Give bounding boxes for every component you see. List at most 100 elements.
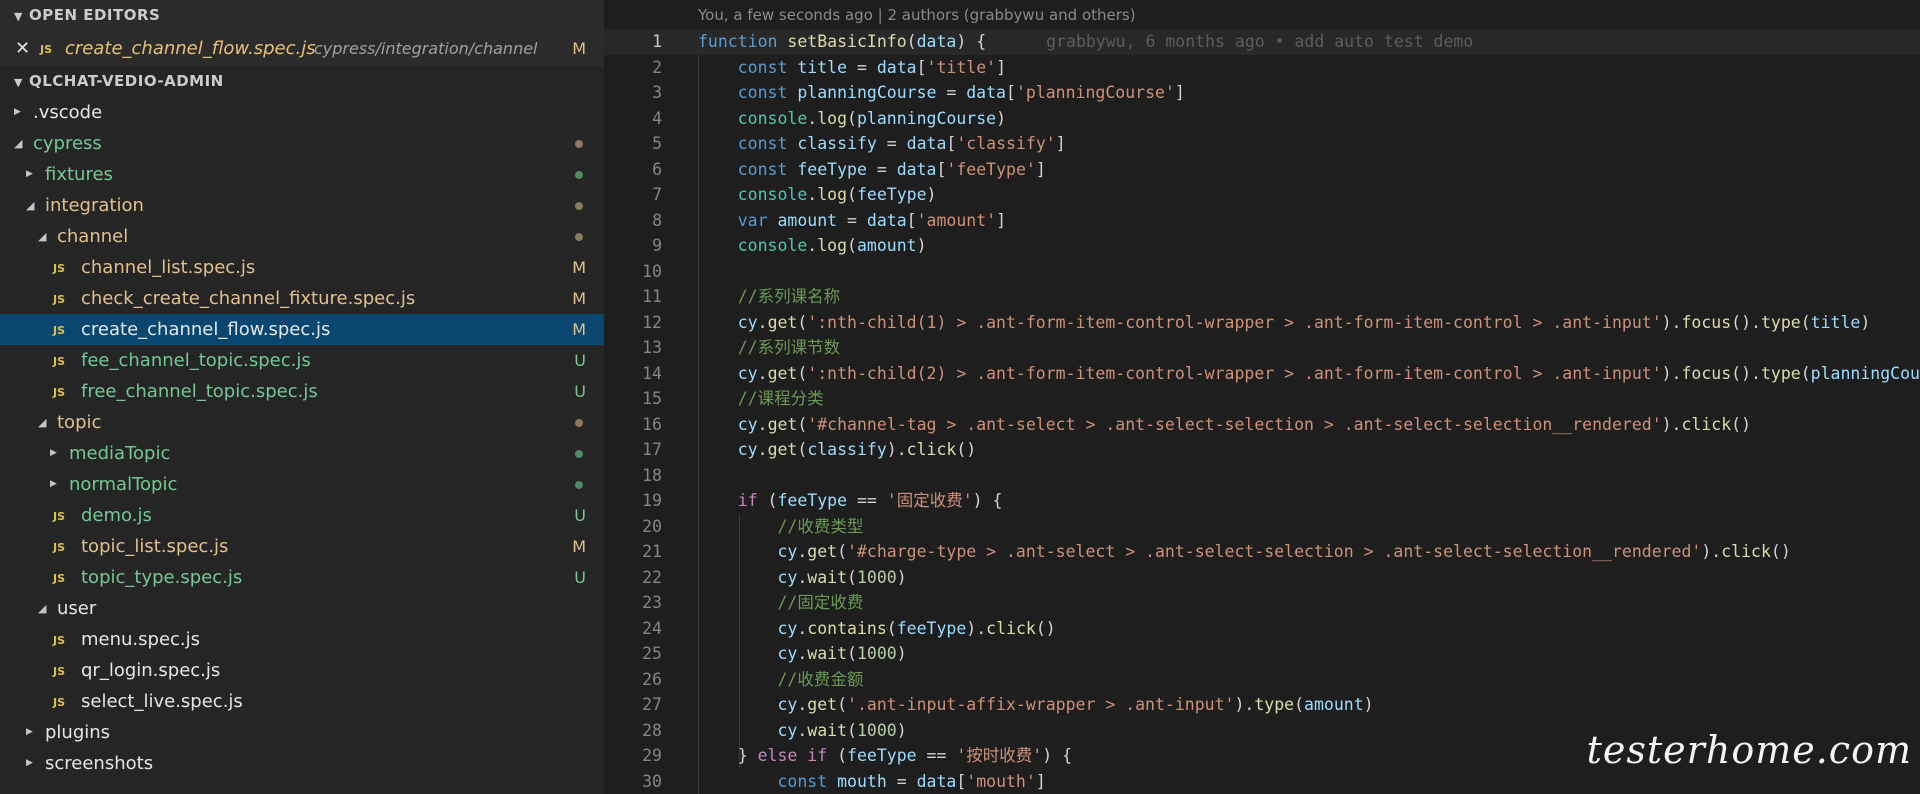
code-line[interactable]: 23 //固定收费: [604, 590, 1920, 616]
code-line[interactable]: 14 cy.get(':nth-child(2) > .ant-form-ite…: [604, 361, 1920, 387]
code-line[interactable]: 5 const classify = data['classify']: [604, 131, 1920, 157]
code-line[interactable]: 15 //课程分类: [604, 386, 1920, 412]
chevron-right-icon[interactable]: ▶: [26, 748, 33, 779]
chevron-down-icon[interactable]: ◢: [38, 593, 46, 624]
code-text[interactable]: cy.get('#charge-type > .ant-select > .an…: [698, 539, 1790, 565]
tree-folder-normaltopic[interactable]: ▶ normalTopic: [0, 469, 604, 500]
tree-folder-mediatopic[interactable]: ▶ mediaTopic: [0, 438, 604, 469]
tree-folder-fixtures[interactable]: ▶ fixtures: [0, 159, 604, 190]
tree-file[interactable]: JS demo.js U: [0, 500, 604, 531]
code-text[interactable]: cy.get(classify).click(): [698, 437, 976, 463]
open-editors-header[interactable]: ▼ OPEN EDITORS: [0, 0, 604, 31]
code-text[interactable]: function setBasicInfo(data) {grabbywu, 6…: [698, 29, 1473, 55]
code-text[interactable]: //收费金额: [698, 667, 863, 693]
tree-file[interactable]: JS qr_login.spec.js: [0, 655, 604, 686]
code-line[interactable]: 25 cy.wait(1000): [604, 641, 1920, 667]
git-status-badge: M: [572, 39, 586, 58]
code-text[interactable]: //系列课名称: [698, 284, 840, 310]
code-line[interactable]: 27 cy.get('.ant-input-affix-wrapper > .a…: [604, 692, 1920, 718]
tree-file[interactable]: JS create_channel_flow.spec.js M: [0, 314, 604, 345]
code-line[interactable]: 13 //系列课节数: [604, 335, 1920, 361]
tree-item-label: cypress: [33, 133, 102, 154]
code-line[interactable]: 12 cy.get(':nth-child(1) > .ant-form-ite…: [604, 310, 1920, 336]
code-text[interactable]: //固定收费: [698, 590, 863, 616]
close-icon[interactable]: ✕: [15, 31, 30, 66]
code-text[interactable]: //系列课节数: [698, 335, 840, 361]
code-line[interactable]: 2 const title = data['title']: [604, 55, 1920, 81]
tree-folder-channel[interactable]: ◢ channel: [0, 221, 604, 252]
tree-file[interactable]: JS free_channel_topic.spec.js U: [0, 376, 604, 407]
code-line[interactable]: 19 if (feeType == '固定收费') {: [604, 488, 1920, 514]
code-text[interactable]: cy.wait(1000): [698, 641, 906, 667]
code-text[interactable]: const feeType = data['feeType']: [698, 157, 1046, 183]
tree-file[interactable]: JS fee_channel_topic.spec.js U: [0, 345, 604, 376]
code-line[interactable]: 10: [604, 259, 1920, 285]
tree-folder-cypress[interactable]: ◢ cypress: [0, 128, 604, 159]
tree-file[interactable]: JS channel_list.spec.js M: [0, 252, 604, 283]
code-line[interactable]: 4 console.log(planningCourse): [604, 106, 1920, 132]
code-text[interactable]: cy.wait(1000): [698, 565, 906, 591]
tree-folder-vscode[interactable]: ▶ .vscode: [0, 97, 604, 128]
code-text[interactable]: //收费类型: [698, 514, 863, 540]
tree-file[interactable]: JS select_live.spec.js: [0, 686, 604, 717]
tree-folder-plugins[interactable]: ▶ plugins: [0, 717, 604, 748]
tree-file[interactable]: JS check_create_channel_fixture.spec.js M: [0, 283, 604, 314]
tree-file[interactable]: JS topic_list.spec.js M: [0, 531, 604, 562]
tree-folder-integration[interactable]: ◢ integration: [0, 190, 604, 221]
chevron-right-icon[interactable]: ▶: [26, 159, 33, 190]
code-text[interactable]: cy.get(':nth-child(1) > .ant-form-item-c…: [698, 310, 1871, 336]
modified-dot-icon: [575, 419, 583, 427]
code-text[interactable]: const title = data['title']: [698, 55, 1006, 81]
open-editor-item[interactable]: ✕ JS create_channel_flow.spec.js cypress/in…: [0, 31, 604, 66]
chevron-down-icon[interactable]: ◢: [26, 190, 34, 221]
code-text[interactable]: const planningCourse = data['planningCou…: [698, 80, 1185, 106]
code-line[interactable]: 11 //系列课名称: [604, 284, 1920, 310]
tree-folder-screenshots[interactable]: ▶ screenshots: [0, 748, 604, 779]
code-text[interactable]: const mouth = data['mouth']: [698, 769, 1045, 794]
project-header[interactable]: ▼ QLCHAT-VEDIO-ADMIN: [0, 66, 604, 97]
git-status-badge: U: [574, 351, 586, 370]
code-line[interactable]: 7 console.log(feeType): [604, 182, 1920, 208]
code-line[interactable]: 17 cy.get(classify).click(): [604, 437, 1920, 463]
code-text[interactable]: console.log(feeType): [698, 182, 937, 208]
code-line[interactable]: 9 console.log(amount): [604, 233, 1920, 259]
code-line[interactable]: 22 cy.wait(1000): [604, 565, 1920, 591]
chevron-down-icon[interactable]: ◢: [14, 128, 22, 159]
code-text[interactable]: //课程分类: [698, 386, 824, 412]
code-line[interactable]: 26 //收费金额: [604, 667, 1920, 693]
code-text[interactable]: console.log(amount): [698, 233, 927, 259]
code-line[interactable]: 18: [604, 463, 1920, 489]
code-text[interactable]: cy.get('.ant-input-affix-wrapper > .ant-…: [698, 692, 1373, 718]
code-line[interactable]: 21 cy.get('#charge-type > .ant-select > …: [604, 539, 1920, 565]
tree-file[interactable]: JS menu.spec.js: [0, 624, 604, 655]
code-text[interactable]: cy.wait(1000): [698, 718, 906, 744]
tree-file[interactable]: JS topic_type.spec.js U: [0, 562, 604, 593]
code-text[interactable]: cy.get('#channel-tag > .ant-select > .an…: [698, 412, 1751, 438]
tree-folder-user[interactable]: ◢ user: [0, 593, 604, 624]
code-text[interactable]: var amount = data['amount']: [698, 208, 1006, 234]
codelens-authors[interactable]: You, a few seconds ago | 2 authors (grab…: [698, 6, 1136, 24]
chevron-right-icon[interactable]: ▶: [50, 469, 57, 500]
code-text[interactable]: cy.contains(feeType).click(): [698, 616, 1055, 642]
code-text[interactable]: const classify = data['classify']: [698, 131, 1066, 157]
code-line[interactable]: 20 //收费类型: [604, 514, 1920, 540]
code-line[interactable]: 8 var amount = data['amount']: [604, 208, 1920, 234]
code-line[interactable]: 1 function setBasicInfo(data) {grabbywu, …: [604, 29, 1920, 55]
tree-item-label: mediaTopic: [69, 443, 171, 464]
code-line[interactable]: 24 cy.contains(feeType).click(): [604, 616, 1920, 642]
code-line[interactable]: 6 const feeType = data['feeType']: [604, 157, 1920, 183]
chevron-down-icon[interactable]: ◢: [38, 221, 46, 252]
code-text[interactable]: cy.get(':nth-child(2) > .ant-form-item-c…: [698, 361, 1920, 387]
code-line[interactable]: 16 cy.get('#channel-tag > .ant-select > …: [604, 412, 1920, 438]
tree-folder-topic[interactable]: ◢ topic: [0, 407, 604, 438]
chevron-right-icon[interactable]: ▶: [50, 438, 57, 469]
chevron-right-icon[interactable]: ▶: [26, 717, 33, 748]
code-editor[interactable]: You, a few seconds ago | 2 authors (grab…: [604, 0, 1920, 794]
code-text[interactable]: console.log(planningCourse): [698, 106, 1006, 132]
code-line[interactable]: 30 const mouth = data['mouth']: [604, 769, 1920, 794]
code-text[interactable]: if (feeType == '固定收费') {: [698, 488, 1003, 514]
chevron-down-icon[interactable]: ◢: [38, 407, 46, 438]
code-line[interactable]: 3 const planningCourse = data['planningC…: [604, 80, 1920, 106]
chevron-right-icon[interactable]: ▶: [14, 97, 21, 128]
code-text[interactable]: } else if (feeType == '按时收费') {: [698, 743, 1072, 769]
